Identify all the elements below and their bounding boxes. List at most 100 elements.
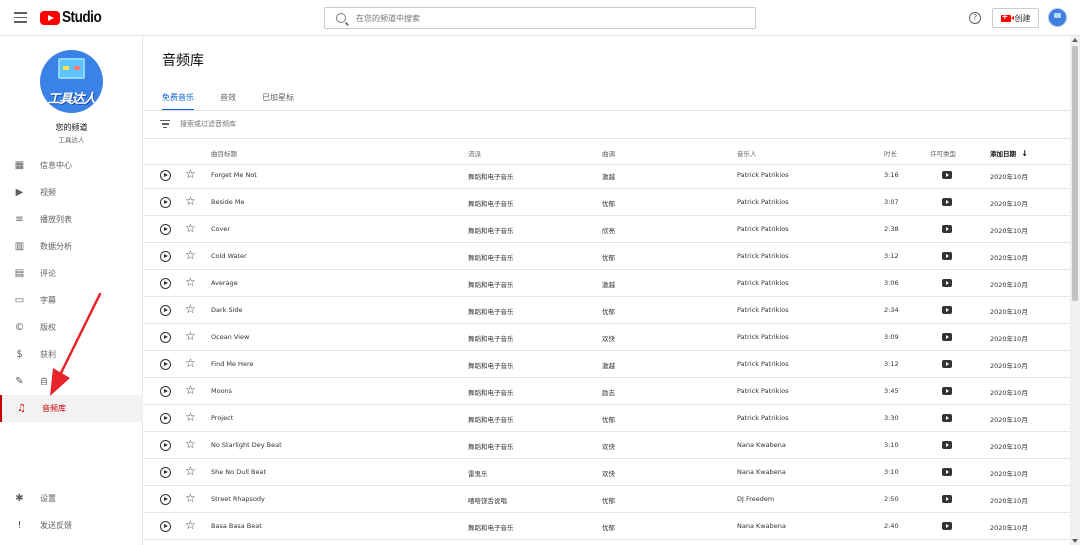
star-icon[interactable]: ☆: [185, 167, 196, 181]
play-icon[interactable]: [160, 467, 171, 478]
menu-icon[interactable]: [14, 12, 27, 23]
track-artist: Patrick Patrikios: [737, 252, 789, 260]
play-icon[interactable]: [160, 521, 171, 532]
youtube-license-icon[interactable]: [942, 387, 952, 395]
search-icon[interactable]: [336, 13, 346, 23]
star-icon[interactable]: ☆: [185, 329, 196, 343]
tab-sound-effects[interactable]: 音效: [220, 92, 236, 111]
scrollbar[interactable]: [1070, 36, 1080, 545]
column-license[interactable]: 许可类型: [930, 148, 956, 158]
sidebar-item-feedback[interactable]: ! 发送反馈: [0, 512, 143, 539]
studio-logo[interactable]: Studio: [40, 9, 108, 27]
account-avatar[interactable]: [1048, 8, 1067, 27]
sidebar-item-settings[interactable]: ✱ 设置: [0, 485, 143, 512]
tab-starred[interactable]: 已加星标: [262, 92, 294, 111]
column-duration[interactable]: 时长: [884, 148, 897, 158]
table-row[interactable]: ☆ Dark Side 舞蹈和电子音乐 忧郁 Patrick Patrikios 2:34…: [144, 297, 1070, 324]
table-row[interactable]: ☆ Beside Me 舞蹈和电子音乐 忧郁 Patrick Patrikios 3:07…: [144, 189, 1070, 216]
column-artist[interactable]: 音乐人: [737, 148, 757, 158]
track-mood: 欢快: [602, 443, 615, 451]
star-icon[interactable]: ☆: [185, 383, 196, 397]
table-row[interactable]: ☆ Cold Water 舞蹈和电子音乐 忧郁 Patrick Patrikios 3:1…: [144, 243, 1070, 270]
youtube-license-icon[interactable]: [942, 225, 952, 233]
youtube-license-icon[interactable]: [942, 279, 952, 287]
youtube-license-icon[interactable]: [942, 495, 952, 503]
star-icon[interactable]: ☆: [185, 464, 196, 478]
youtube-license-icon[interactable]: [942, 468, 952, 476]
star-icon[interactable]: ☆: [185, 437, 196, 451]
table-row[interactable]: ☆ Project 舞蹈和电子音乐 忧郁 Patrick Patrikios 3:30 20…: [144, 405, 1070, 432]
star-icon[interactable]: ☆: [185, 518, 196, 532]
track-artist: Patrick Patrikios: [737, 333, 789, 341]
help-icon[interactable]: ?: [969, 12, 981, 24]
column-mood[interactable]: 曲调: [602, 148, 615, 158]
tab-free-music[interactable]: 免费音乐: [162, 92, 194, 111]
scroll-down-arrow[interactable]: [1072, 539, 1078, 543]
youtube-license-icon[interactable]: [942, 252, 952, 260]
table-row[interactable]: ☆ Basa Basa Beat 舞蹈和电子音乐 忧郁 Nana Kwabena 2:40…: [144, 513, 1070, 540]
table-row[interactable]: ☆ Average 舞蹈和电子音乐 激越 Patrick Patrikios 3:06 20…: [144, 270, 1070, 297]
sidebar-item-comments[interactable]: ▤ 评论: [0, 260, 143, 287]
sidebar-item-audio-library[interactable]: ♫ 音频库: [0, 395, 143, 422]
play-icon[interactable]: [160, 494, 171, 505]
star-icon[interactable]: ☆: [185, 356, 196, 370]
track-mood: 欢快: [602, 470, 615, 478]
table-row[interactable]: ☆ Cover 舞蹈和电子音乐 欣亮 Patrick Patrikios 2:38 2020…: [144, 216, 1070, 243]
star-icon[interactable]: ☆: [185, 275, 196, 289]
sidebar-item-analytics[interactable]: ▥ 数据分析: [0, 233, 143, 260]
filter-input[interactable]: [180, 120, 480, 128]
youtube-license-icon[interactable]: [942, 333, 952, 341]
star-icon[interactable]: ☆: [185, 221, 196, 235]
sidebar-item-copyright[interactable]: © 版权: [0, 314, 143, 341]
column-title[interactable]: 曲目标题: [211, 148, 237, 158]
youtube-license-icon[interactable]: [942, 360, 952, 368]
play-icon[interactable]: [160, 170, 171, 181]
column-date-added[interactable]: 添加日期 ↓: [990, 148, 1028, 158]
channel-avatar[interactable]: 工具达人: [40, 50, 103, 113]
star-icon[interactable]: ☆: [185, 248, 196, 262]
column-date-label: 添加日期: [990, 150, 1016, 158]
play-icon[interactable]: [160, 305, 171, 316]
play-icon[interactable]: [160, 386, 171, 397]
sidebar-item-video[interactable]: ▶ 视频: [0, 179, 143, 206]
sidebar-item-subtitles[interactable]: ▭ 字幕: [0, 287, 143, 314]
play-icon[interactable]: [160, 278, 171, 289]
sidebar-item-monetization[interactable]: $ 获利: [0, 341, 143, 368]
play-icon[interactable]: [160, 197, 171, 208]
sidebar-item-customization[interactable]: ✎ 自: [0, 368, 143, 395]
table-row[interactable]: ☆ She No Dull Beat 雷鬼乐 欢快 Nana Kwabena 3:10 20…: [144, 459, 1070, 486]
table-row[interactable]: ☆ Street Rhapsody 嘻哈饶舌说唱 忧郁 DJ Freedem 2:50 20…: [144, 486, 1070, 513]
youtube-license-icon[interactable]: [942, 441, 952, 449]
table-row[interactable]: ☆ Ocean View 舞蹈和电子音乐 欢快 Patrick Patrikios 3:0…: [144, 324, 1070, 351]
table-row[interactable]: ☆ Forget Me Not 舞蹈和电子音乐 激越 Patrick Patrikios…: [144, 162, 1070, 189]
star-icon[interactable]: ☆: [185, 491, 196, 505]
play-icon[interactable]: [160, 359, 171, 370]
table-row[interactable]: ☆ Moons 舞蹈和电子音乐 励志 Patrick Patrikios 3:45 2020…: [144, 378, 1070, 405]
play-icon[interactable]: [160, 332, 171, 343]
filter-bar[interactable]: [160, 120, 480, 128]
track-genre: 舞蹈和电子音乐: [468, 416, 514, 424]
star-icon[interactable]: ☆: [185, 410, 196, 424]
star-icon[interactable]: ☆: [185, 194, 196, 208]
youtube-license-icon[interactable]: [942, 522, 952, 530]
table-row[interactable]: ☆ Find Me Here 舞蹈和电子音乐 激越 Patrick Patrikios 3…: [144, 351, 1070, 378]
scroll-thumb[interactable]: [1072, 46, 1078, 301]
youtube-license-icon[interactable]: [942, 171, 952, 179]
scroll-up-arrow[interactable]: [1072, 38, 1078, 42]
play-icon[interactable]: [160, 224, 171, 235]
youtube-license-icon[interactable]: [942, 414, 952, 422]
youtube-license-icon[interactable]: [942, 306, 952, 314]
create-button[interactable]: 创建: [992, 8, 1039, 28]
youtube-license-icon[interactable]: [942, 198, 952, 206]
sidebar-item-dashboard[interactable]: ▦ 信息中心: [0, 152, 143, 179]
star-icon[interactable]: ☆: [185, 302, 196, 316]
play-icon[interactable]: [160, 413, 171, 424]
column-genre[interactable]: 流派: [468, 148, 481, 158]
sidebar-item-playlist[interactable]: ≡ 播放列表: [0, 206, 143, 233]
filter-icon[interactable]: [160, 120, 170, 128]
play-icon[interactable]: [160, 251, 171, 262]
play-icon[interactable]: [160, 440, 171, 451]
search-box[interactable]: [324, 7, 756, 29]
search-input[interactable]: [356, 13, 736, 23]
table-row[interactable]: ☆ No Starlight Dey Beat 舞蹈和电子音乐 欢快 Nana Kwab…: [144, 432, 1070, 459]
